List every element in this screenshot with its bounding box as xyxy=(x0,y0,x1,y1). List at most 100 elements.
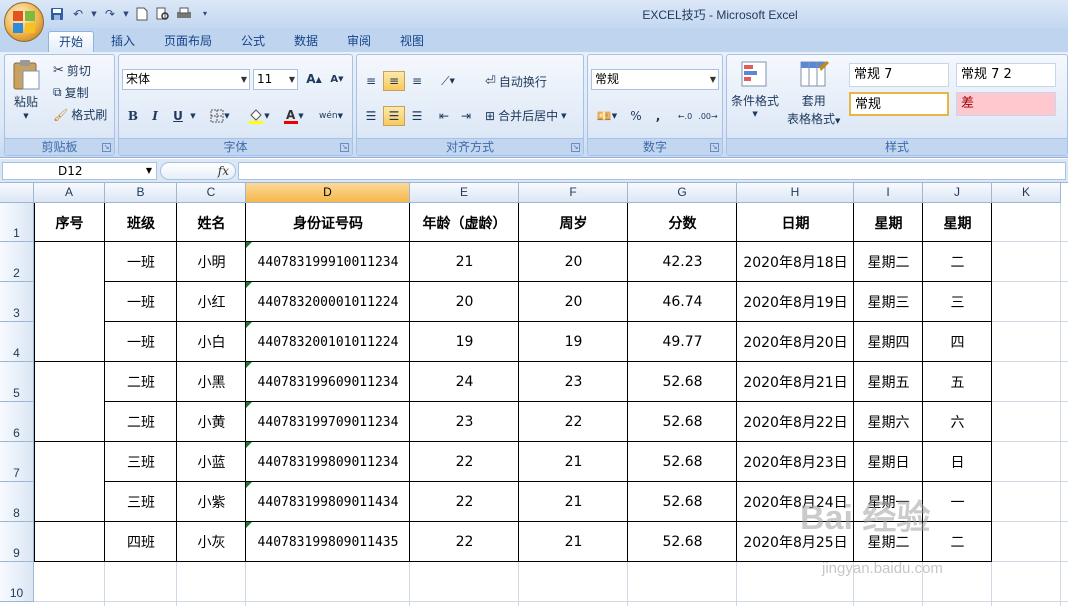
table-cell[interactable]: 46.74 xyxy=(628,282,737,322)
row-header-7[interactable]: 7 xyxy=(0,442,34,482)
chevron-down-icon[interactable]: ▼ xyxy=(189,106,197,126)
table-cell[interactable]: 22 xyxy=(410,482,519,522)
table-cell[interactable]: 星期二 xyxy=(854,242,923,282)
underline-button[interactable]: U xyxy=(167,106,189,126)
column-header-h[interactable]: H xyxy=(737,183,854,203)
increase-decimal-button[interactable]: ←.0 xyxy=(674,106,696,126)
table-cell[interactable]: 星期四 xyxy=(854,322,923,362)
column-header-k[interactable]: K xyxy=(992,183,1061,203)
table-cell[interactable]: 星期日 xyxy=(854,442,923,482)
table-cell[interactable]: 20 xyxy=(519,242,628,282)
table-cell[interactable]: 二 xyxy=(923,522,992,562)
fill-color-button[interactable]: ▼ xyxy=(243,106,275,126)
tab-review[interactable]: 审阅 xyxy=(337,31,381,52)
header-cell[interactable]: 序号 xyxy=(34,203,105,242)
header-cell[interactable]: 周岁 xyxy=(519,203,628,242)
header-cell[interactable]: 星期 xyxy=(854,203,923,242)
table-cell[interactable]: 一班 xyxy=(105,322,177,362)
orientation-button[interactable]: ⟋ ▼ xyxy=(433,71,463,91)
dialog-launcher-icon[interactable]: ↘ xyxy=(102,143,111,152)
column-header-j[interactable]: J xyxy=(923,183,992,203)
percent-button[interactable]: % xyxy=(625,106,647,126)
align-top-button[interactable]: ≡ xyxy=(360,71,382,91)
table-cell[interactable]: 440783199809011234 xyxy=(246,442,410,482)
copy-button[interactable]: ⧉ 复制 xyxy=(53,84,89,101)
table-cell[interactable]: 二 xyxy=(923,242,992,282)
table-cell[interactable]: 440783199609011234 xyxy=(246,362,410,402)
table-cell[interactable]: 星期三 xyxy=(854,282,923,322)
office-button[interactable] xyxy=(4,2,44,42)
style-normal-7-2[interactable]: 常规 7 2 xyxy=(956,63,1056,87)
table-cell[interactable]: 440783199709011234 xyxy=(246,402,410,442)
tab-home[interactable]: 开始 xyxy=(48,31,95,52)
paste-button[interactable]: 粘贴 ▼ xyxy=(11,59,41,120)
table-cell[interactable]: 星期五 xyxy=(854,362,923,402)
header-cell[interactable]: 班级 xyxy=(105,203,177,242)
table-cell[interactable]: 23 xyxy=(410,402,519,442)
table-cell[interactable]: 三班 xyxy=(105,482,177,522)
column-header-g[interactable]: G xyxy=(628,183,737,203)
tab-view[interactable]: 视图 xyxy=(390,31,434,52)
table-cell[interactable]: 24 xyxy=(410,362,519,402)
row-header-2[interactable]: 2 xyxy=(0,242,34,282)
style-normal-7[interactable]: 常规 7 xyxy=(849,63,949,87)
formula-input[interactable] xyxy=(238,162,1066,180)
table-cell[interactable]: 52.68 xyxy=(628,402,737,442)
name-box[interactable]: D12 ▼ xyxy=(2,162,157,180)
table-cell[interactable]: 23 xyxy=(519,362,628,402)
table-cell[interactable]: 22 xyxy=(410,442,519,482)
merged-index-cell[interactable] xyxy=(34,362,105,442)
column-header-e[interactable]: E xyxy=(410,183,519,203)
row-header-6[interactable]: 6 xyxy=(0,402,34,442)
table-cell[interactable]: 21 xyxy=(519,482,628,522)
header-cell[interactable]: 年龄（虚龄） xyxy=(410,203,519,242)
comma-button[interactable]: , xyxy=(648,106,668,126)
merged-index-cell[interactable] xyxy=(34,242,105,362)
table-cell[interactable]: 52.68 xyxy=(628,522,737,562)
table-cell[interactable]: 一班 xyxy=(105,242,177,282)
merged-index-cell[interactable] xyxy=(34,442,105,522)
table-cell[interactable]: 小蓝 xyxy=(177,442,246,482)
table-cell[interactable]: 21 xyxy=(519,442,628,482)
bold-button[interactable]: B xyxy=(123,106,143,126)
table-cell[interactable]: 52.68 xyxy=(628,482,737,522)
table-cell[interactable]: 小灰 xyxy=(177,522,246,562)
table-cell[interactable]: 20 xyxy=(410,282,519,322)
format-as-table-button[interactable]: 套用 表格格式▼ xyxy=(787,59,840,127)
table-cell[interactable]: 21 xyxy=(410,242,519,282)
table-cell[interactable]: 日 xyxy=(923,442,992,482)
column-header-a[interactable]: A xyxy=(34,183,105,203)
wrap-text-button[interactable]: ⏎ 自动换行 xyxy=(485,73,547,90)
table-cell[interactable]: 20 xyxy=(519,282,628,322)
align-middle-button[interactable]: ≡ xyxy=(383,71,405,91)
merged-index-cell[interactable] xyxy=(34,522,105,562)
style-bad[interactable]: 差 xyxy=(956,92,1056,116)
grow-font-button[interactable]: A ▲ xyxy=(303,69,325,89)
font-color-button[interactable]: A ▼ xyxy=(279,106,309,126)
table-cell[interactable]: 19 xyxy=(519,322,628,362)
format-painter-button[interactable]: 🖌 格式刷 xyxy=(53,106,107,123)
table-cell[interactable]: 19 xyxy=(410,322,519,362)
row-header-3[interactable]: 3 xyxy=(0,282,34,322)
align-center-button[interactable]: ☰ xyxy=(383,106,405,126)
table-cell[interactable]: 星期六 xyxy=(854,402,923,442)
accounting-format-button[interactable]: 💴 ▼ xyxy=(591,106,623,126)
table-cell[interactable]: 440783200101011224 xyxy=(246,322,410,362)
column-header-d[interactable]: D xyxy=(246,183,410,203)
table-cell[interactable]: 四班 xyxy=(105,522,177,562)
table-cell[interactable]: 2020年8月20日 xyxy=(737,322,854,362)
table-cell[interactable]: 2020年8月18日 xyxy=(737,242,854,282)
tab-data[interactable]: 数据 xyxy=(284,31,328,52)
dialog-launcher-icon[interactable]: ↘ xyxy=(571,143,580,152)
header-cell[interactable]: 身份证号码 xyxy=(246,203,410,242)
table-cell[interactable]: 六 xyxy=(923,402,992,442)
shrink-font-button[interactable]: A ▼ xyxy=(326,69,348,89)
insert-function-icon[interactable]: fx xyxy=(218,164,229,178)
header-cell[interactable]: 星期 xyxy=(923,203,992,242)
table-cell[interactable]: 小黑 xyxy=(177,362,246,402)
table-cell[interactable]: 三班 xyxy=(105,442,177,482)
tab-insert[interactable]: 插入 xyxy=(101,31,145,52)
table-cell[interactable]: 一班 xyxy=(105,282,177,322)
header-cell[interactable]: 日期 xyxy=(737,203,854,242)
number-format-combo[interactable]: 常规 ▼ xyxy=(591,69,719,90)
